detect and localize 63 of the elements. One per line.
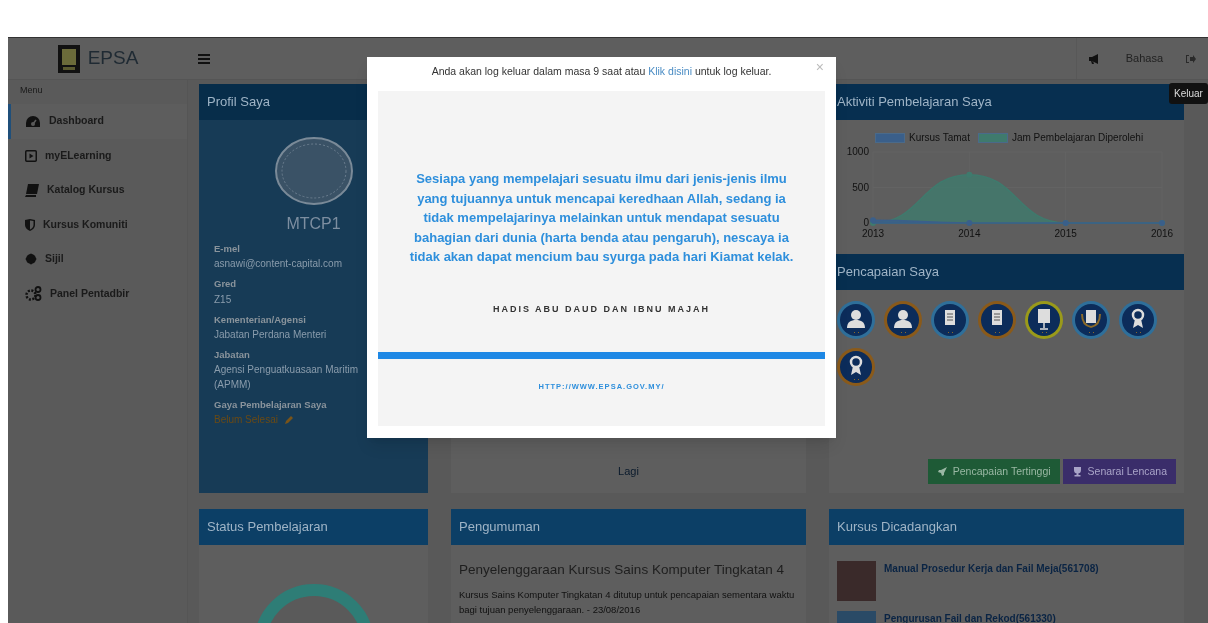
document-badge-icon[interactable] xyxy=(977,300,1017,340)
dashboard-gauge-icon xyxy=(25,114,41,128)
close-button[interactable]: × xyxy=(815,60,824,74)
sidebar-item[interactable]: Panel Pentadbir xyxy=(8,276,187,311)
axis-label: 2013 xyxy=(861,228,885,239)
document-badge-icon[interactable] xyxy=(930,300,970,340)
axis-label: 2014 xyxy=(958,228,981,239)
field-label: Gred xyxy=(214,277,238,292)
play-icon xyxy=(25,149,37,162)
top-achievement-button[interactable]: Pencapaian Tertinggi xyxy=(927,459,1060,484)
logout-link[interactable]: Klik disini xyxy=(648,65,692,78)
person-badge-icon[interactable] xyxy=(836,300,876,340)
panel-header: Pengumuman xyxy=(451,509,806,545)
book-icon xyxy=(25,183,39,197)
axis-label: 2015 xyxy=(1054,228,1077,239)
sidebar-item[interactable]: myELearning xyxy=(8,138,187,173)
field-label: Jabatan xyxy=(214,347,251,362)
panel-header: Kursus Dicadangkan xyxy=(829,509,1184,545)
logout-notice: Anda akan log keluar dalam masa 9 saat atau Klik disini untuk log keluar. xyxy=(431,64,772,80)
trophy-icon xyxy=(1071,466,1083,477)
logo-text: EPSA xyxy=(87,46,139,71)
announcement-title[interactable]: Penyelenggaraan Kursus Sains Komputer Tingkatan 4 xyxy=(459,560,798,581)
logo-icon xyxy=(57,44,80,73)
field-value: Jabatan Perdana Menteri xyxy=(214,327,328,342)
photo-placeholder xyxy=(837,561,876,601)
shield-icon xyxy=(25,218,35,231)
quote-source: HADIS ABU DAUD DAN IBNU MAJAH xyxy=(492,302,711,316)
board-badge-icon[interactable] xyxy=(1024,300,1064,340)
badge-list-button[interactable]: Senarai Lencana xyxy=(1062,459,1176,484)
sidebar-item[interactable]: Katalog Kursus xyxy=(8,173,187,208)
legend-label: Kursus Tamat xyxy=(909,131,970,145)
field-value: Agensi Penguatkuasaan Maritim (APMM) xyxy=(214,363,359,392)
quote-text: Sesiapa yang mempelajari sesuatu ilmu dari jenis-jenis ilmu yang tujuannya untuk mencapai keredhaan Allah, sedang ia tidak mempelajarinya melainkan untuk mendapat sesuatu bahagian dari dunia (harta benda atau pengaruh), nescaya ia tidak akan dapat mencium bau syurga pada hari Kiamat kelak. xyxy=(408,170,795,266)
ribbon-badge-icon[interactable] xyxy=(1118,300,1158,340)
badge-icon xyxy=(25,253,37,266)
axis-label: 500 xyxy=(852,181,869,193)
panel-header: Status Pembelajaran xyxy=(199,509,428,545)
menu-heading: Menu xyxy=(19,84,44,97)
status-link[interactable]: Belum Selesai xyxy=(214,412,278,428)
more-link[interactable]: Lagi xyxy=(618,462,639,479)
legend-label: Jam Pembelajaran Diperolehi xyxy=(1011,131,1144,145)
field-label: Kementerian/Agensi xyxy=(214,312,307,327)
laurel-badge-icon[interactable] xyxy=(1071,300,1111,340)
sidebar-item[interactable]: Sijil xyxy=(8,242,187,277)
menu-icon[interactable] xyxy=(198,53,210,64)
field-value: asnawi@content-capital.com xyxy=(214,257,343,272)
field-label: Gaya Pembelajaran Saya xyxy=(214,398,328,412)
legend-swatch xyxy=(977,132,1008,143)
gears-icon xyxy=(25,286,42,302)
person-badge-icon[interactable] xyxy=(883,300,923,340)
announcement-text: Kursus Sains Komputer Tingkatan 4 ditutup untuk pencapaian sementara waktu bagi tujuan penyelenggaraan. - 23/08/2016 xyxy=(459,588,796,618)
ribbon-badge-icon[interactable] xyxy=(836,347,876,387)
tooltip: Keluar xyxy=(1169,83,1208,104)
rocket-icon xyxy=(936,466,948,477)
course-link[interactable]: Manual Prosedur Kerja dan Fail Meja(561708) xyxy=(884,561,1099,576)
sidebar-item[interactable]: Kursus Komuniti xyxy=(8,207,187,242)
language-button[interactable]: Bahasa xyxy=(1111,38,1177,79)
axis-label: 1000 xyxy=(846,146,869,157)
axis-label: 0 xyxy=(863,217,869,228)
legend-swatch xyxy=(875,132,905,143)
axis-label: 2016 xyxy=(1150,228,1174,239)
field-value: Z15 xyxy=(214,292,233,307)
field-label: E-mel xyxy=(214,242,241,256)
